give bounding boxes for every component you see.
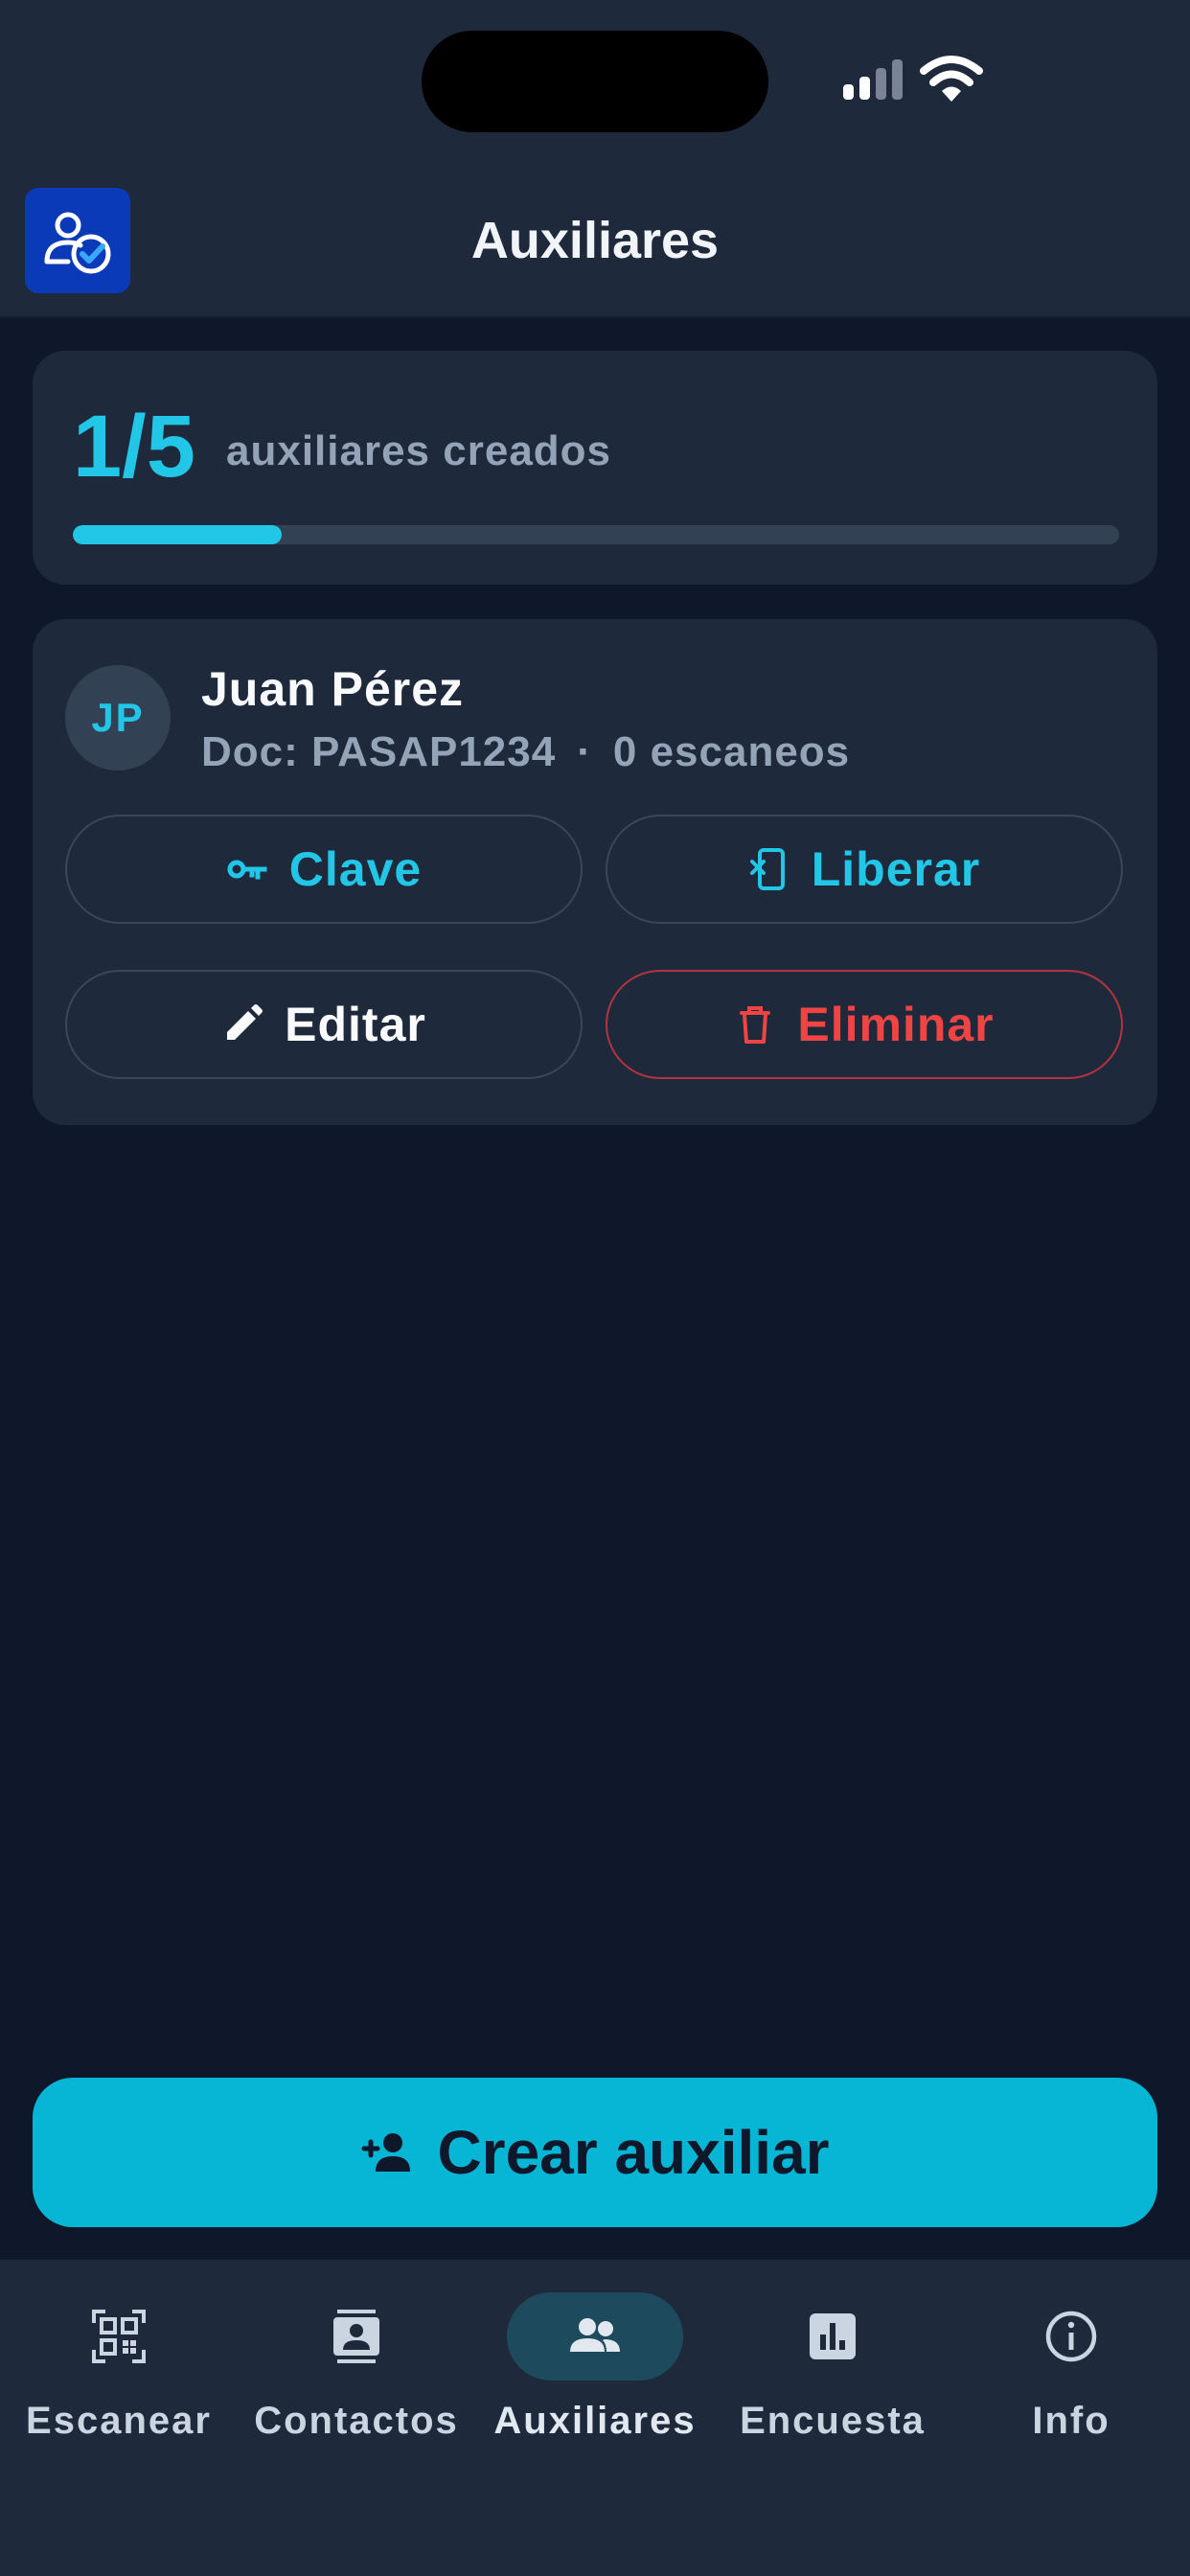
- auxiliar-scans: 0 escaneos: [612, 728, 851, 775]
- eliminar-button[interactable]: Eliminar: [606, 970, 1123, 1079]
- eliminar-label: Eliminar: [797, 998, 995, 1051]
- cellular-signal-icon: [843, 59, 903, 100]
- nav-label: Info: [1032, 2400, 1110, 2442]
- nav-pill-active: [507, 2292, 683, 2380]
- meta-separator: ·: [577, 728, 592, 775]
- nav-pill: [983, 2292, 1159, 2380]
- crear-auxiliar-button[interactable]: Crear auxiliar: [33, 2078, 1157, 2227]
- poll-icon: [810, 2313, 856, 2359]
- progress-fill: [73, 525, 283, 544]
- nav-item-contactos[interactable]: Contactos: [238, 2260, 475, 2471]
- person-add-icon: [361, 2133, 411, 2172]
- crear-auxiliar-label: Crear auxiliar: [437, 2118, 830, 2187]
- info-icon: [1045, 2311, 1097, 2362]
- nav-pill: [31, 2292, 207, 2380]
- nav-label: Encuesta: [740, 2400, 926, 2442]
- clave-button[interactable]: Clave: [65, 815, 583, 924]
- group-icon: [570, 2318, 620, 2352]
- editar-label: Editar: [285, 998, 426, 1051]
- auxiliar-document: Doc: PASAP1234: [201, 728, 557, 775]
- key-icon: [227, 860, 267, 880]
- nav-pill: [268, 2292, 445, 2380]
- contacts-icon: [333, 2310, 379, 2363]
- phone-unlink-icon: [749, 848, 785, 890]
- auxiliar-meta: Doc: PASAP1234 · 0 escaneos: [201, 728, 850, 776]
- editar-button[interactable]: Editar: [65, 970, 583, 1079]
- bottom-navigation: Escanear Contactos Auxiliares Encuesta I…: [0, 2260, 1190, 2576]
- progress-label: auxiliares creados: [226, 427, 612, 474]
- qr-code-icon: [92, 2310, 146, 2363]
- nav-item-auxiliares[interactable]: Auxiliares: [476, 2260, 714, 2471]
- progress-bar: [73, 525, 1119, 544]
- progress-card: 1/5 auxiliares creados: [33, 351, 1157, 585]
- status-bar: [0, 0, 1190, 153]
- dynamic-island: [422, 31, 768, 132]
- nav-item-escanear[interactable]: Escanear: [0, 2260, 238, 2471]
- nav-item-encuesta[interactable]: Encuesta: [714, 2260, 951, 2471]
- page-title: Auxiliares: [470, 212, 720, 269]
- pencil-icon: [227, 1004, 263, 1040]
- wifi-icon: [920, 56, 983, 102]
- clave-label: Clave: [288, 842, 423, 896]
- nav-pill: [744, 2292, 921, 2380]
- app-header: Auxiliares: [0, 153, 1190, 318]
- avatar: JP: [65, 665, 171, 770]
- auxiliar-card: JP Juan Pérez Doc: PASAP1234 · 0 escaneos …: [33, 619, 1157, 1125]
- nav-label: Escanear: [26, 2400, 212, 2442]
- progress-count: 1/5: [73, 398, 195, 495]
- nav-label: Auxiliares: [493, 2400, 697, 2442]
- nav-label: Contactos: [254, 2400, 459, 2442]
- nav-item-info[interactable]: Info: [952, 2260, 1190, 2471]
- auxiliar-name: Juan Pérez: [201, 662, 465, 716]
- liberar-label: Liberar: [811, 842, 981, 896]
- liberar-button[interactable]: Liberar: [606, 815, 1123, 924]
- trash-icon: [740, 1006, 771, 1044]
